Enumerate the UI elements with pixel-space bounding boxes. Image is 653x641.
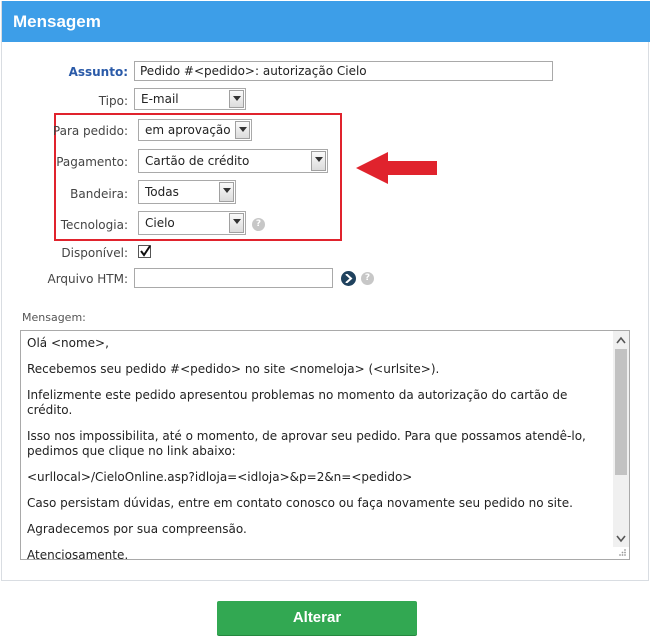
mensagem-line: Olá <nome>, — [27, 336, 109, 350]
red-arrow-icon — [356, 152, 437, 184]
chevron-down-icon — [219, 182, 234, 202]
mensagem-line: Isso nos impossibilita, até o momento, d… — [27, 429, 586, 458]
bandeira-label: Bandeira: — [70, 187, 128, 201]
scroll-down-icon — [616, 535, 626, 543]
para-pedido-select[interactable]: em aprovação — [138, 119, 252, 141]
assunto-label: Assunto: — [68, 65, 128, 79]
mensagem-textarea[interactable]: Olá <nome>, Recebemos seu pedido #<pedid… — [20, 330, 630, 560]
tecnologia-label: Tecnologia: — [60, 218, 128, 232]
scrollbar-thumb[interactable] — [615, 349, 627, 475]
bandeira-value: Todas — [145, 185, 179, 199]
chevron-down-icon — [229, 213, 244, 233]
arquivo-htm-input[interactable] — [134, 268, 333, 288]
assunto-input[interactable]: Pedido #<pedido>: autorização Cielo — [134, 61, 553, 81]
tipo-select[interactable]: E-mail — [134, 88, 246, 110]
mensagem-line: Caso persistam dúvidas, entre em contato… — [27, 496, 573, 510]
mensagem-line: <urllocal>/CieloOnline.asp?idloja=<idloj… — [27, 470, 413, 484]
resize-grip-icon[interactable] — [618, 548, 627, 557]
mensagem-label: Mensagem: — [22, 311, 86, 324]
mensagem-line: Agradecemos por sua compreensão. — [27, 522, 247, 536]
alterar-button[interactable]: Alterar — [217, 601, 417, 635]
tecnologia-value: Cielo — [145, 216, 175, 230]
tipo-label: Tipo: — [98, 94, 128, 108]
chevron-down-icon — [311, 151, 326, 171]
bandeira-select[interactable]: Todas — [138, 180, 236, 204]
scroll-up-icon — [616, 336, 626, 344]
chevron-down-icon — [235, 121, 250, 139]
go-arrow-icon[interactable] — [341, 271, 356, 286]
para-pedido-value: em aprovação — [145, 123, 231, 137]
mensagem-content: Olá <nome>, Recebemos seu pedido #<pedid… — [27, 336, 611, 560]
help-icon[interactable]: ? — [252, 218, 265, 231]
pagamento-value: Cartão de crédito — [145, 154, 250, 168]
disponivel-label: Disponível: — [61, 246, 128, 260]
mensagem-line: Atenciosamente, — [27, 548, 129, 560]
checkmark-icon — [140, 245, 151, 257]
tecnologia-select[interactable]: Cielo — [138, 211, 246, 235]
pagamento-select[interactable]: Cartão de crédito — [138, 149, 328, 173]
help-icon[interactable]: ? — [361, 272, 374, 285]
textarea-scrollbar[interactable] — [613, 331, 629, 547]
mensagem-line: Infelizmente este pedido apresentou prob… — [27, 388, 568, 417]
tipo-value: E-mail — [141, 92, 179, 106]
mensagem-line: Recebemos seu pedido #<pedido> no site <… — [27, 362, 440, 376]
pagamento-label: Pagamento: — [56, 155, 128, 169]
chevron-down-icon — [229, 90, 244, 108]
panel-header: Mensagem — [2, 1, 650, 42]
disponivel-checkbox[interactable] — [138, 245, 151, 258]
para-pedido-label: Para pedido: — [52, 124, 128, 138]
arquivo-htm-label: Arquivo HTM: — [47, 272, 129, 286]
